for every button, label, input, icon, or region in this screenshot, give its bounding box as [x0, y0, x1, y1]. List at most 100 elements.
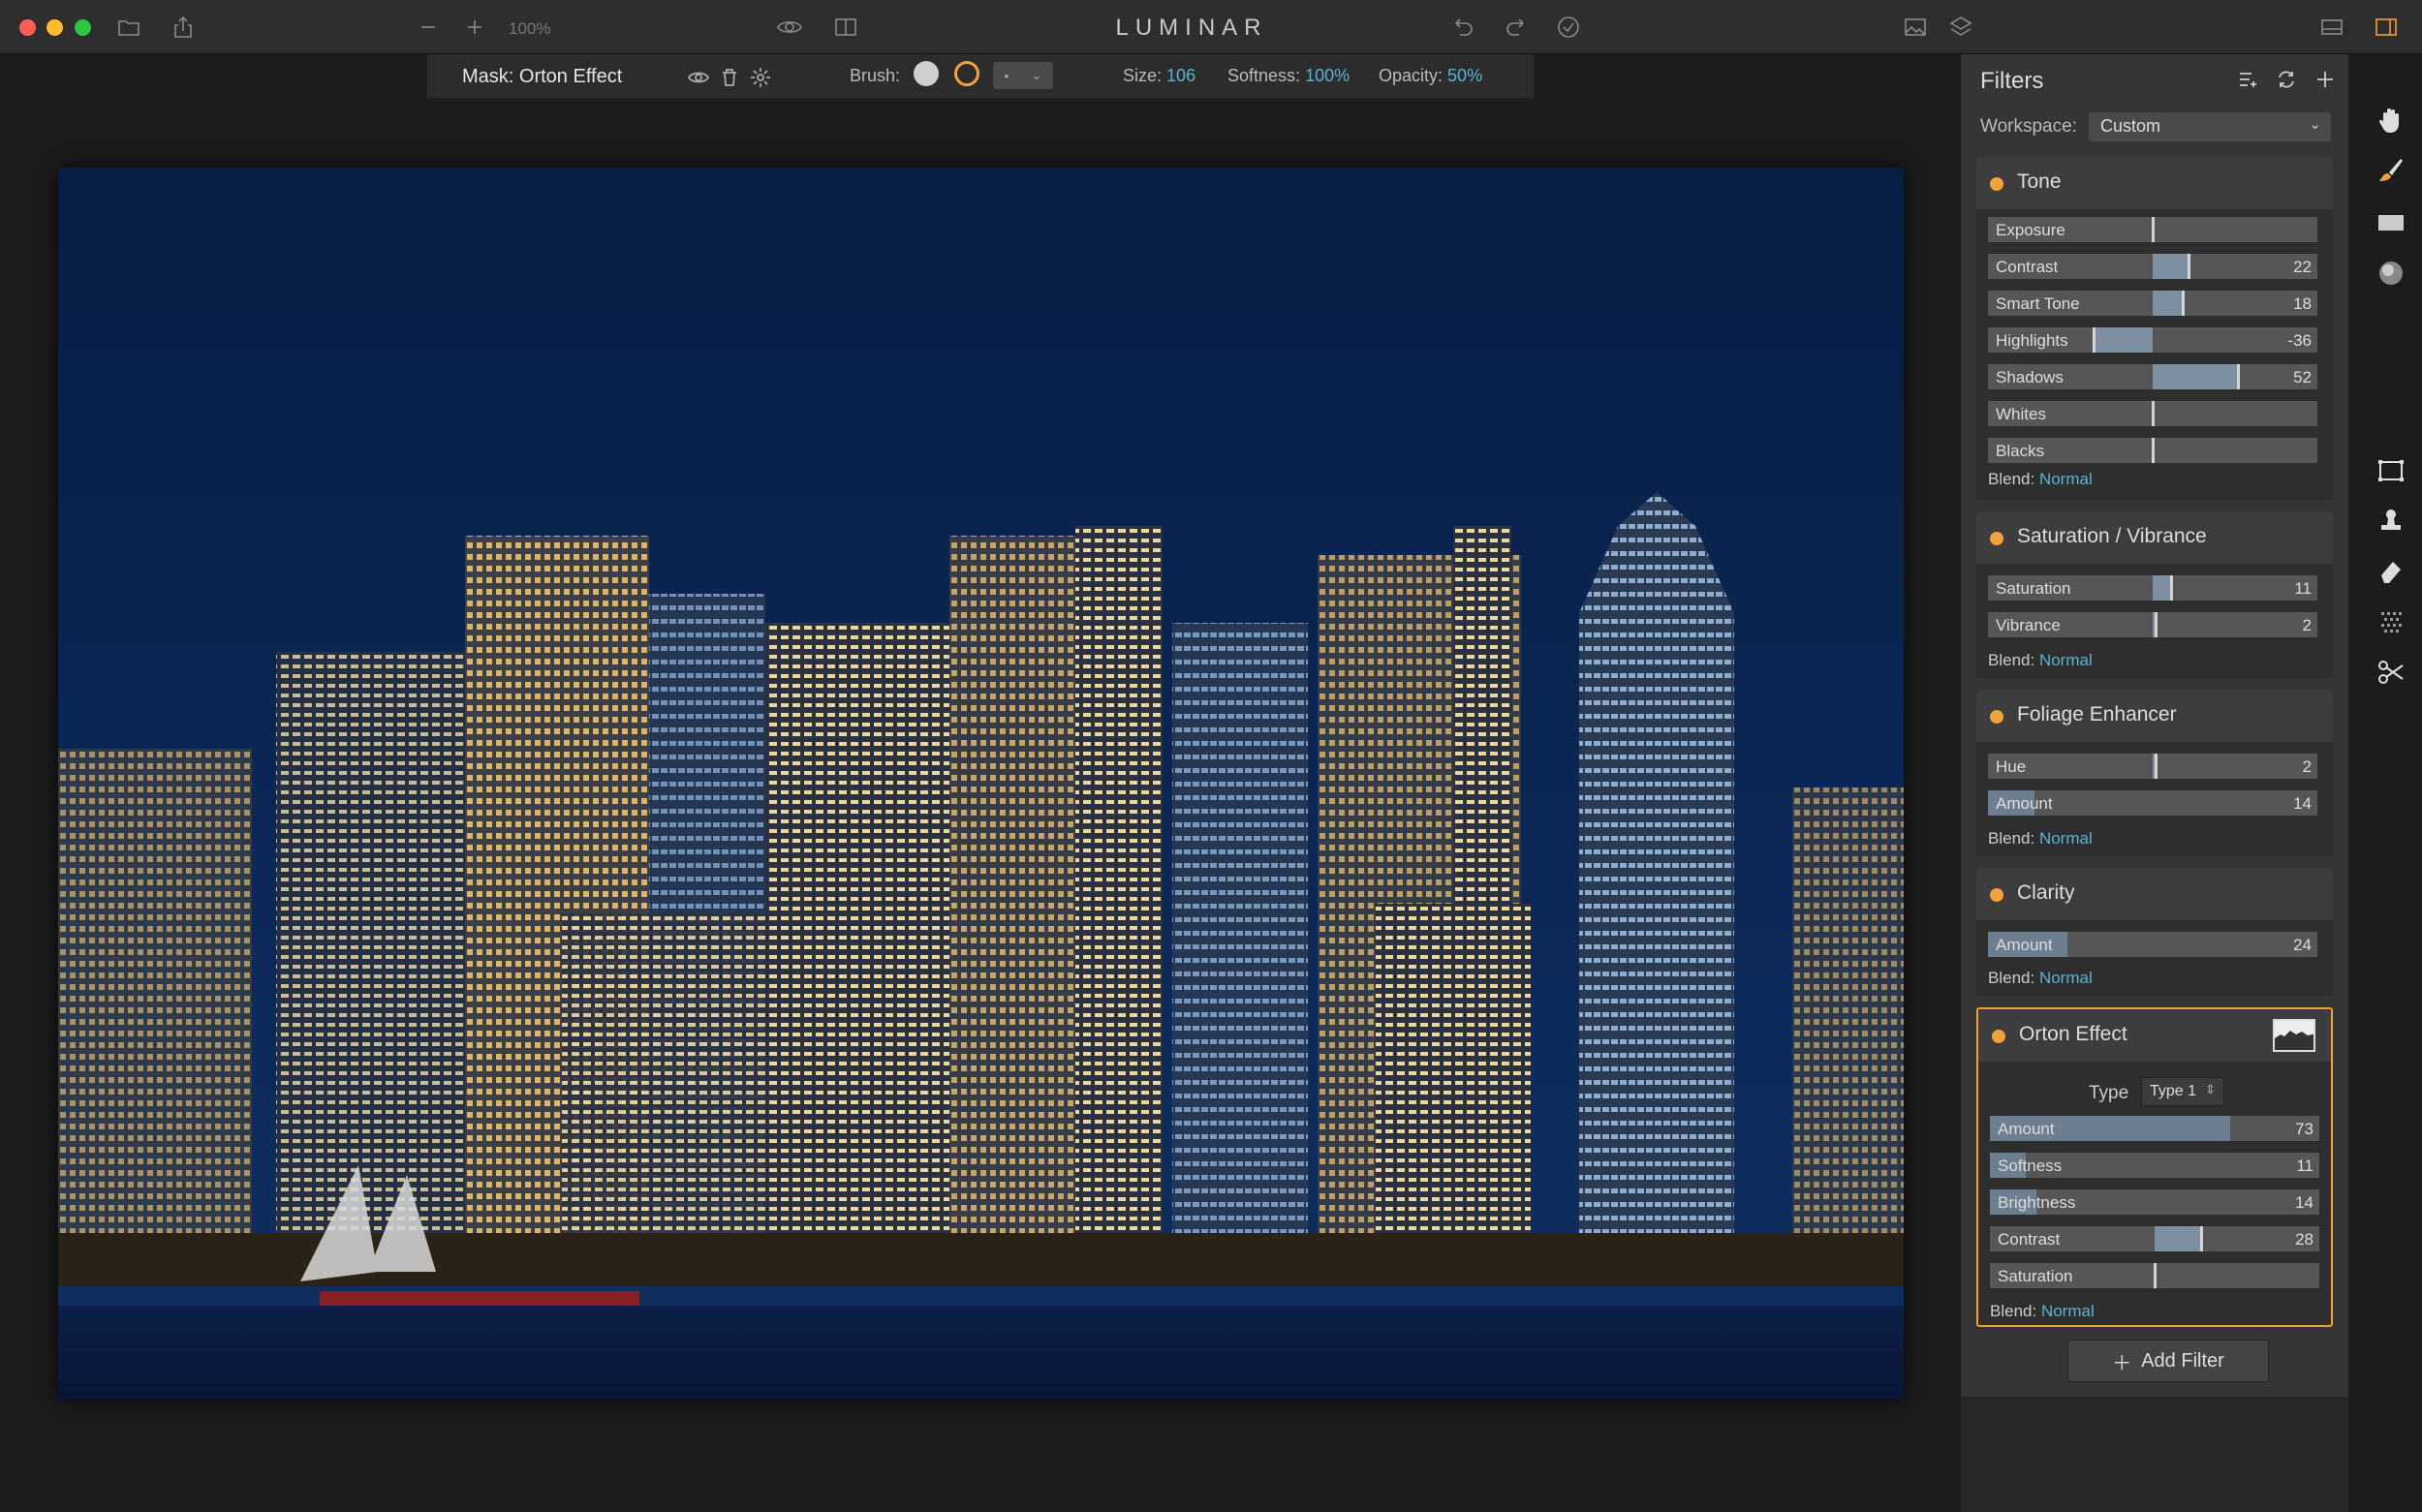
slider-handle[interactable]	[2169, 575, 2173, 601]
maximize-window-button[interactable]	[75, 19, 91, 36]
slider-handle[interactable]	[2155, 754, 2158, 779]
filter-enabled-toggle[interactable]	[1990, 532, 2003, 545]
layout-icon[interactable]	[2317, 14, 2346, 41]
blend-mode[interactable]: Blend: Normal	[1988, 470, 2093, 489]
slider-amount[interactable]: Amount 73	[1990, 1116, 2319, 1141]
slider-blacks[interactable]: Blacks	[1988, 438, 2317, 463]
slider-value: 11	[2294, 579, 2312, 598]
slider-label: Whites	[1996, 405, 2046, 423]
slider-value: 14	[2293, 794, 2312, 813]
close-window-button[interactable]	[19, 19, 36, 36]
slider-whites[interactable]: Whites	[1988, 401, 2317, 426]
slider-saturation[interactable]: Saturation	[1990, 1263, 2319, 1288]
compare-icon[interactable]	[831, 14, 860, 41]
trash-icon[interactable]	[718, 66, 741, 89]
filter-enabled-toggle[interactable]	[1990, 888, 2003, 902]
sidebar-icon[interactable]	[2372, 14, 2401, 41]
share-icon[interactable]	[169, 14, 198, 41]
add-icon[interactable]	[2313, 68, 2337, 91]
blend-mode[interactable]: Blend: Normal	[1988, 969, 2093, 988]
panel-title: Filters	[1980, 68, 2044, 94]
toolbar: 100% LUMINAR	[0, 0, 2422, 54]
blend-mode[interactable]: Blend: Normal	[1988, 829, 2093, 849]
slider-label: Brightness	[1998, 1193, 2076, 1212]
sync-icon[interactable]	[2275, 68, 2298, 91]
blend-mode[interactable]: Blend: Normal	[1990, 1302, 2095, 1321]
slider-handle[interactable]	[2152, 401, 2155, 426]
slider-label: Contrast	[1998, 1230, 2061, 1249]
hand-icon[interactable]	[2375, 105, 2406, 136]
filter-enabled-toggle[interactable]	[1990, 177, 2003, 191]
slider-contrast[interactable]: Contrast 28	[1990, 1226, 2319, 1251]
slider-label: Amount	[1998, 1120, 2055, 1138]
slider-contrast[interactable]: Contrast 22	[1988, 254, 2317, 279]
filter-header[interactable]: Clarity	[1976, 868, 2333, 920]
slider-shadows[interactable]: Shadows 52	[1988, 364, 2317, 389]
slider-vibrance[interactable]: Vibrance 2	[1988, 612, 2317, 637]
filter-header[interactable]: Foliage Enhancer	[1976, 690, 2333, 742]
slider-smart-tone[interactable]: Smart Tone 18	[1988, 291, 2317, 316]
slider-amount[interactable]: Amount 24	[1988, 932, 2317, 957]
slider-handle[interactable]	[2092, 327, 2096, 353]
slider-handle[interactable]	[2152, 438, 2155, 463]
crop-icon[interactable]	[2375, 455, 2406, 486]
app-title: LUMINAR	[1115, 15, 1268, 41]
eraser-icon[interactable]	[2375, 556, 2406, 587]
layers-icon[interactable]	[1946, 14, 1975, 41]
slider-handle[interactable]	[2237, 364, 2241, 389]
slider-highlights[interactable]: Highlights -36	[1988, 327, 2317, 353]
filter-header[interactable]: Tone	[1976, 157, 2333, 209]
slider-handle[interactable]	[2199, 1226, 2203, 1251]
slider-amount[interactable]: Amount 14	[1988, 790, 2317, 816]
undo-icon[interactable]	[1447, 14, 1476, 41]
slider-handle[interactable]	[2155, 612, 2158, 637]
type-select[interactable]: Type 1 ⇕	[2141, 1077, 2224, 1106]
slider-saturation[interactable]: Saturation 11	[1988, 575, 2317, 601]
brush-select[interactable]: • ⌄	[993, 62, 1053, 89]
workspace-select[interactable]: Custom ⌄	[2089, 112, 2331, 141]
slider-hue[interactable]: Hue 2	[1988, 754, 2317, 779]
filter-list-icon[interactable]	[2236, 68, 2259, 91]
add-filter-button[interactable]: ＋ Add Filter	[2067, 1340, 2269, 1382]
mask-thumbnail[interactable]	[2273, 1019, 2315, 1052]
slider-handle[interactable]	[2188, 254, 2191, 279]
brush-paint-button[interactable]	[914, 61, 939, 86]
filter-enabled-toggle[interactable]	[1990, 710, 2003, 724]
filter-header[interactable]: Saturation / Vibrance	[1976, 511, 2333, 564]
slider-exposure[interactable]: Exposure	[1988, 217, 2317, 242]
slider-handle[interactable]	[2152, 217, 2155, 242]
clone-stamp-icon[interactable]	[2375, 506, 2406, 537]
image-icon[interactable]	[1901, 14, 1930, 41]
minimize-window-button[interactable]	[47, 19, 63, 36]
brush-icon[interactable]	[2375, 155, 2406, 186]
type-label: Type	[2089, 1083, 2129, 1103]
gradient-icon[interactable]	[2375, 207, 2406, 238]
scissors-icon[interactable]	[2375, 657, 2406, 688]
apply-icon[interactable]	[1554, 14, 1583, 41]
filter-header[interactable]: Orton Effect	[1978, 1009, 2331, 1062]
photo-canvas[interactable]	[58, 168, 1904, 1399]
filter-foliage-enhancer: Foliage Enhancer Hue 2 Amount 14 Blend: Nor…	[1976, 690, 2333, 856]
radial-icon[interactable]	[2375, 258, 2406, 289]
redo-icon[interactable]	[1503, 14, 1532, 41]
folder-icon[interactable]	[114, 14, 143, 41]
slider-handle[interactable]	[2181, 291, 2185, 316]
brush-erase-button[interactable]	[954, 61, 979, 86]
filters-panel: Filters Workspace: Custom ⌄ Tone Exposure…	[1961, 54, 2348, 1397]
filter-enabled-toggle[interactable]	[1992, 1030, 2005, 1043]
eye-icon[interactable]	[775, 14, 804, 41]
softness-readout[interactable]: Softness: 100%	[1227, 66, 1350, 86]
size-readout[interactable]: Size: 106	[1123, 66, 1195, 86]
blend-mode[interactable]: Blend: Normal	[1988, 651, 2093, 670]
mask-visibility-icon[interactable]	[687, 66, 710, 89]
noise-icon[interactable]	[2375, 606, 2406, 637]
slider-value: 22	[2293, 258, 2312, 276]
opacity-readout[interactable]: Opacity: 50%	[1379, 66, 1482, 86]
slider-value: 52	[2293, 368, 2312, 386]
slider-softness[interactable]: Softness 11	[1990, 1153, 2319, 1178]
zoom-out-icon[interactable]	[414, 14, 443, 41]
gear-icon[interactable]	[749, 66, 772, 89]
slider-brightness[interactable]: Brightness 14	[1990, 1189, 2319, 1215]
zoom-in-icon[interactable]	[460, 14, 489, 41]
slider-handle[interactable]	[2154, 1263, 2157, 1288]
